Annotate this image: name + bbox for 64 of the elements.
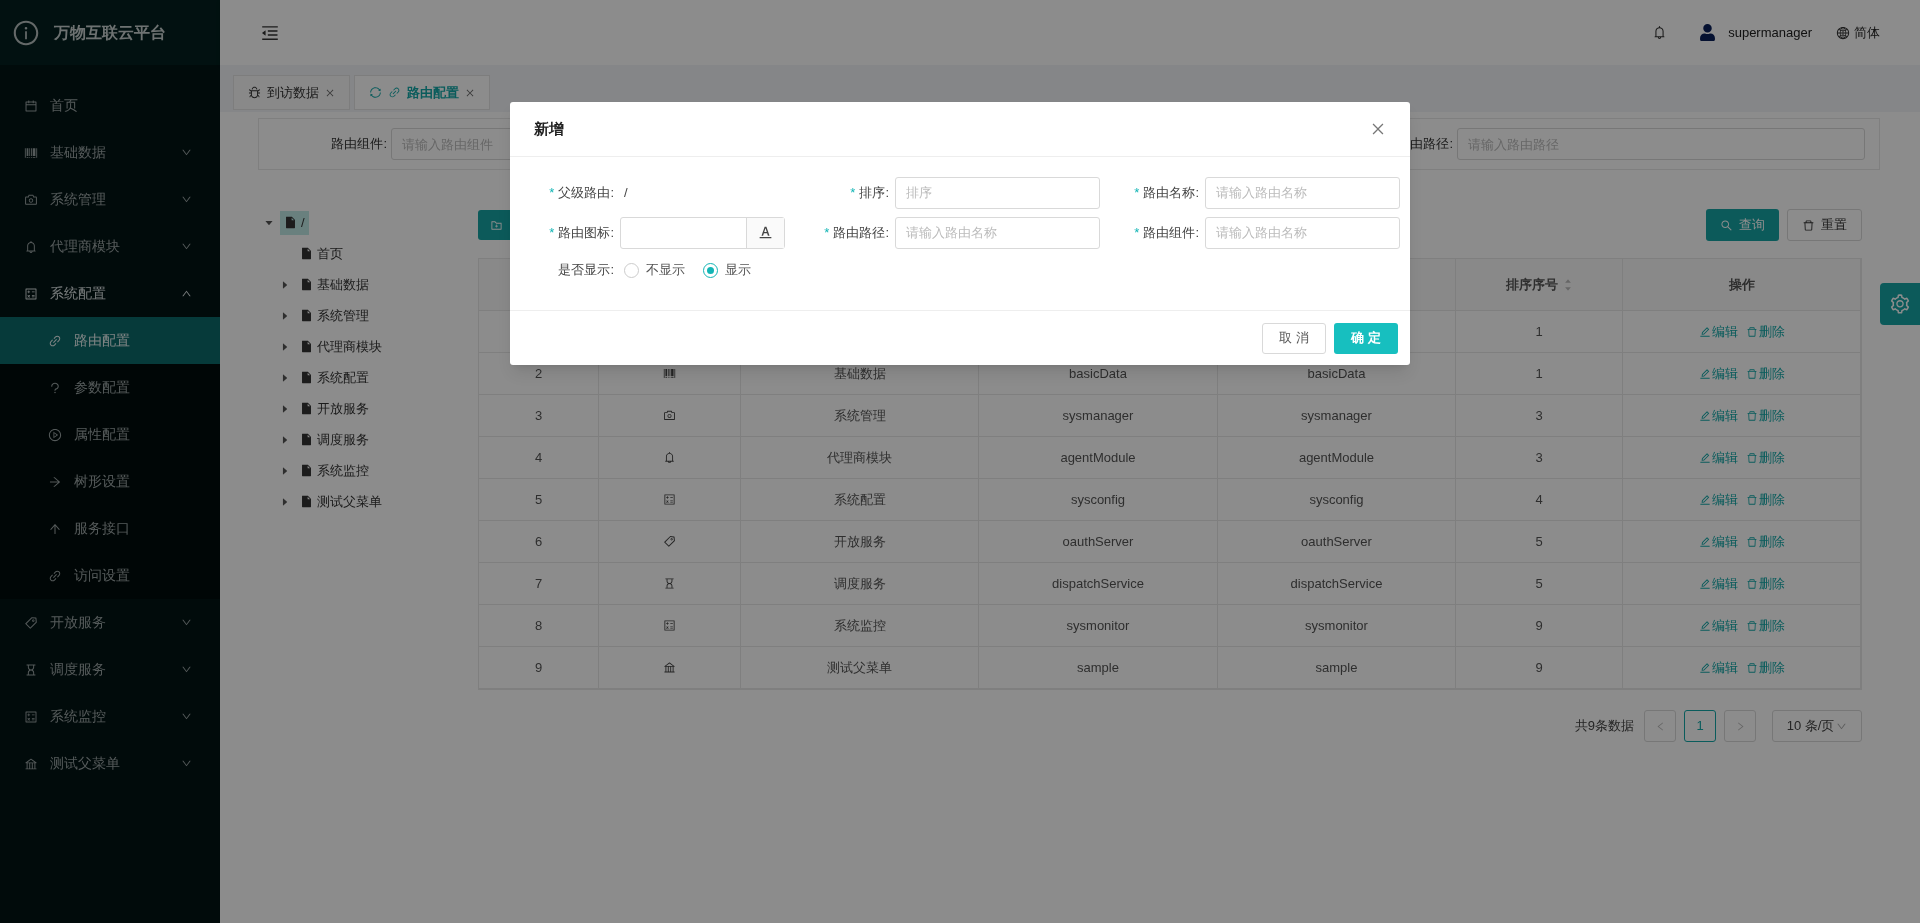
required-mark: * — [1134, 183, 1140, 202]
field-label: 是否显示: — [558, 261, 614, 280]
table-cell-text: 系统监控 — [833, 616, 886, 635]
table-cell-text: sysmanager — [1301, 406, 1372, 425]
field-label: 路由组件: — [1143, 223, 1199, 242]
table-cell-text: 7 — [534, 574, 543, 593]
table-cell-text: basicData — [1307, 364, 1366, 383]
table-cell-text: 2 — [534, 364, 543, 383]
dialog-title: 新增 — [534, 118, 564, 139]
table-cell-text: 系统管理 — [833, 406, 886, 425]
field-label: 由路径: — [1410, 135, 1454, 154]
table-cell-text: 1 — [1535, 322, 1543, 341]
required-mark: * — [824, 223, 830, 242]
table-cell-text: 代理商模块 — [827, 448, 892, 467]
table-cell-text: 基础数据 — [833, 364, 886, 383]
field-label: 排序: — [859, 183, 889, 202]
table-cell-text: 6 — [534, 532, 543, 551]
table-cell-text: 8 — [534, 616, 543, 635]
field-label: 路由图标: — [558, 223, 614, 242]
table-cell-text: sysconfig — [1309, 490, 1364, 509]
table-cell-text: 9 — [1535, 658, 1543, 677]
table-cell-text: sysmonitor — [1305, 616, 1368, 635]
table-cell-text: 4 — [534, 448, 543, 467]
radio-label: 显示 — [725, 261, 751, 280]
table-cell-text: 系统配置 — [833, 490, 886, 509]
table-cell-text: 9 — [1535, 616, 1543, 635]
table-cell-text: 3 — [534, 406, 543, 425]
required-mark: * — [549, 223, 555, 242]
table-cell-text: sample — [1315, 658, 1358, 677]
total-count: 共9条数据 — [1574, 717, 1634, 736]
table-cell-text: agentModule — [1298, 448, 1375, 467]
table-cell-text: 调度服务 — [833, 574, 886, 593]
field-value: / — [624, 183, 628, 202]
table-cell-text: sysmonitor — [1066, 616, 1130, 635]
column-header: 操作 — [1728, 275, 1755, 294]
field-label: 路由路径: — [833, 223, 889, 242]
table-cell-text: dispatchService — [1052, 574, 1144, 593]
field-label: 父级路由: — [558, 183, 614, 202]
table-cell-text: 3 — [1535, 448, 1543, 467]
required-mark: * — [549, 183, 555, 202]
table-cell-text: 5 — [1535, 532, 1543, 551]
table-cell-text: sysconfig — [1070, 490, 1126, 509]
table-cell-text: oauthServer — [1301, 532, 1372, 551]
field-label: 路由名称: — [1143, 183, 1199, 202]
table-cell-text: 3 — [1535, 406, 1543, 425]
table-cell-text: 5 — [1535, 574, 1543, 593]
column-header: 排序序号 — [1506, 275, 1558, 294]
table-cell-text: 9 — [534, 658, 543, 677]
table-cell-text: oauthServer — [1062, 532, 1134, 551]
table-cell-text: 测试父菜单 — [827, 658, 892, 677]
table-cell-text: 5 — [534, 490, 543, 509]
table-cell-text: dispatchService — [1290, 574, 1383, 593]
table-cell-text: 4 — [1535, 490, 1543, 509]
table-cell-text: 1 — [1535, 364, 1543, 383]
table-cell-text: basicData — [1069, 364, 1127, 383]
field-label: 路由组件: — [330, 135, 388, 154]
table-cell-text: sample — [1077, 658, 1119, 677]
required-mark: * — [850, 183, 856, 202]
table-cell-text: 开放服务 — [833, 532, 886, 551]
table-cell-text: sysmanager — [1062, 406, 1134, 425]
radio-label: 不显示 — [646, 261, 685, 280]
required-mark: * — [1134, 223, 1140, 242]
app-title: 万物互联云平台 — [54, 22, 166, 43]
table-cell-text: agentModule — [1060, 448, 1136, 467]
